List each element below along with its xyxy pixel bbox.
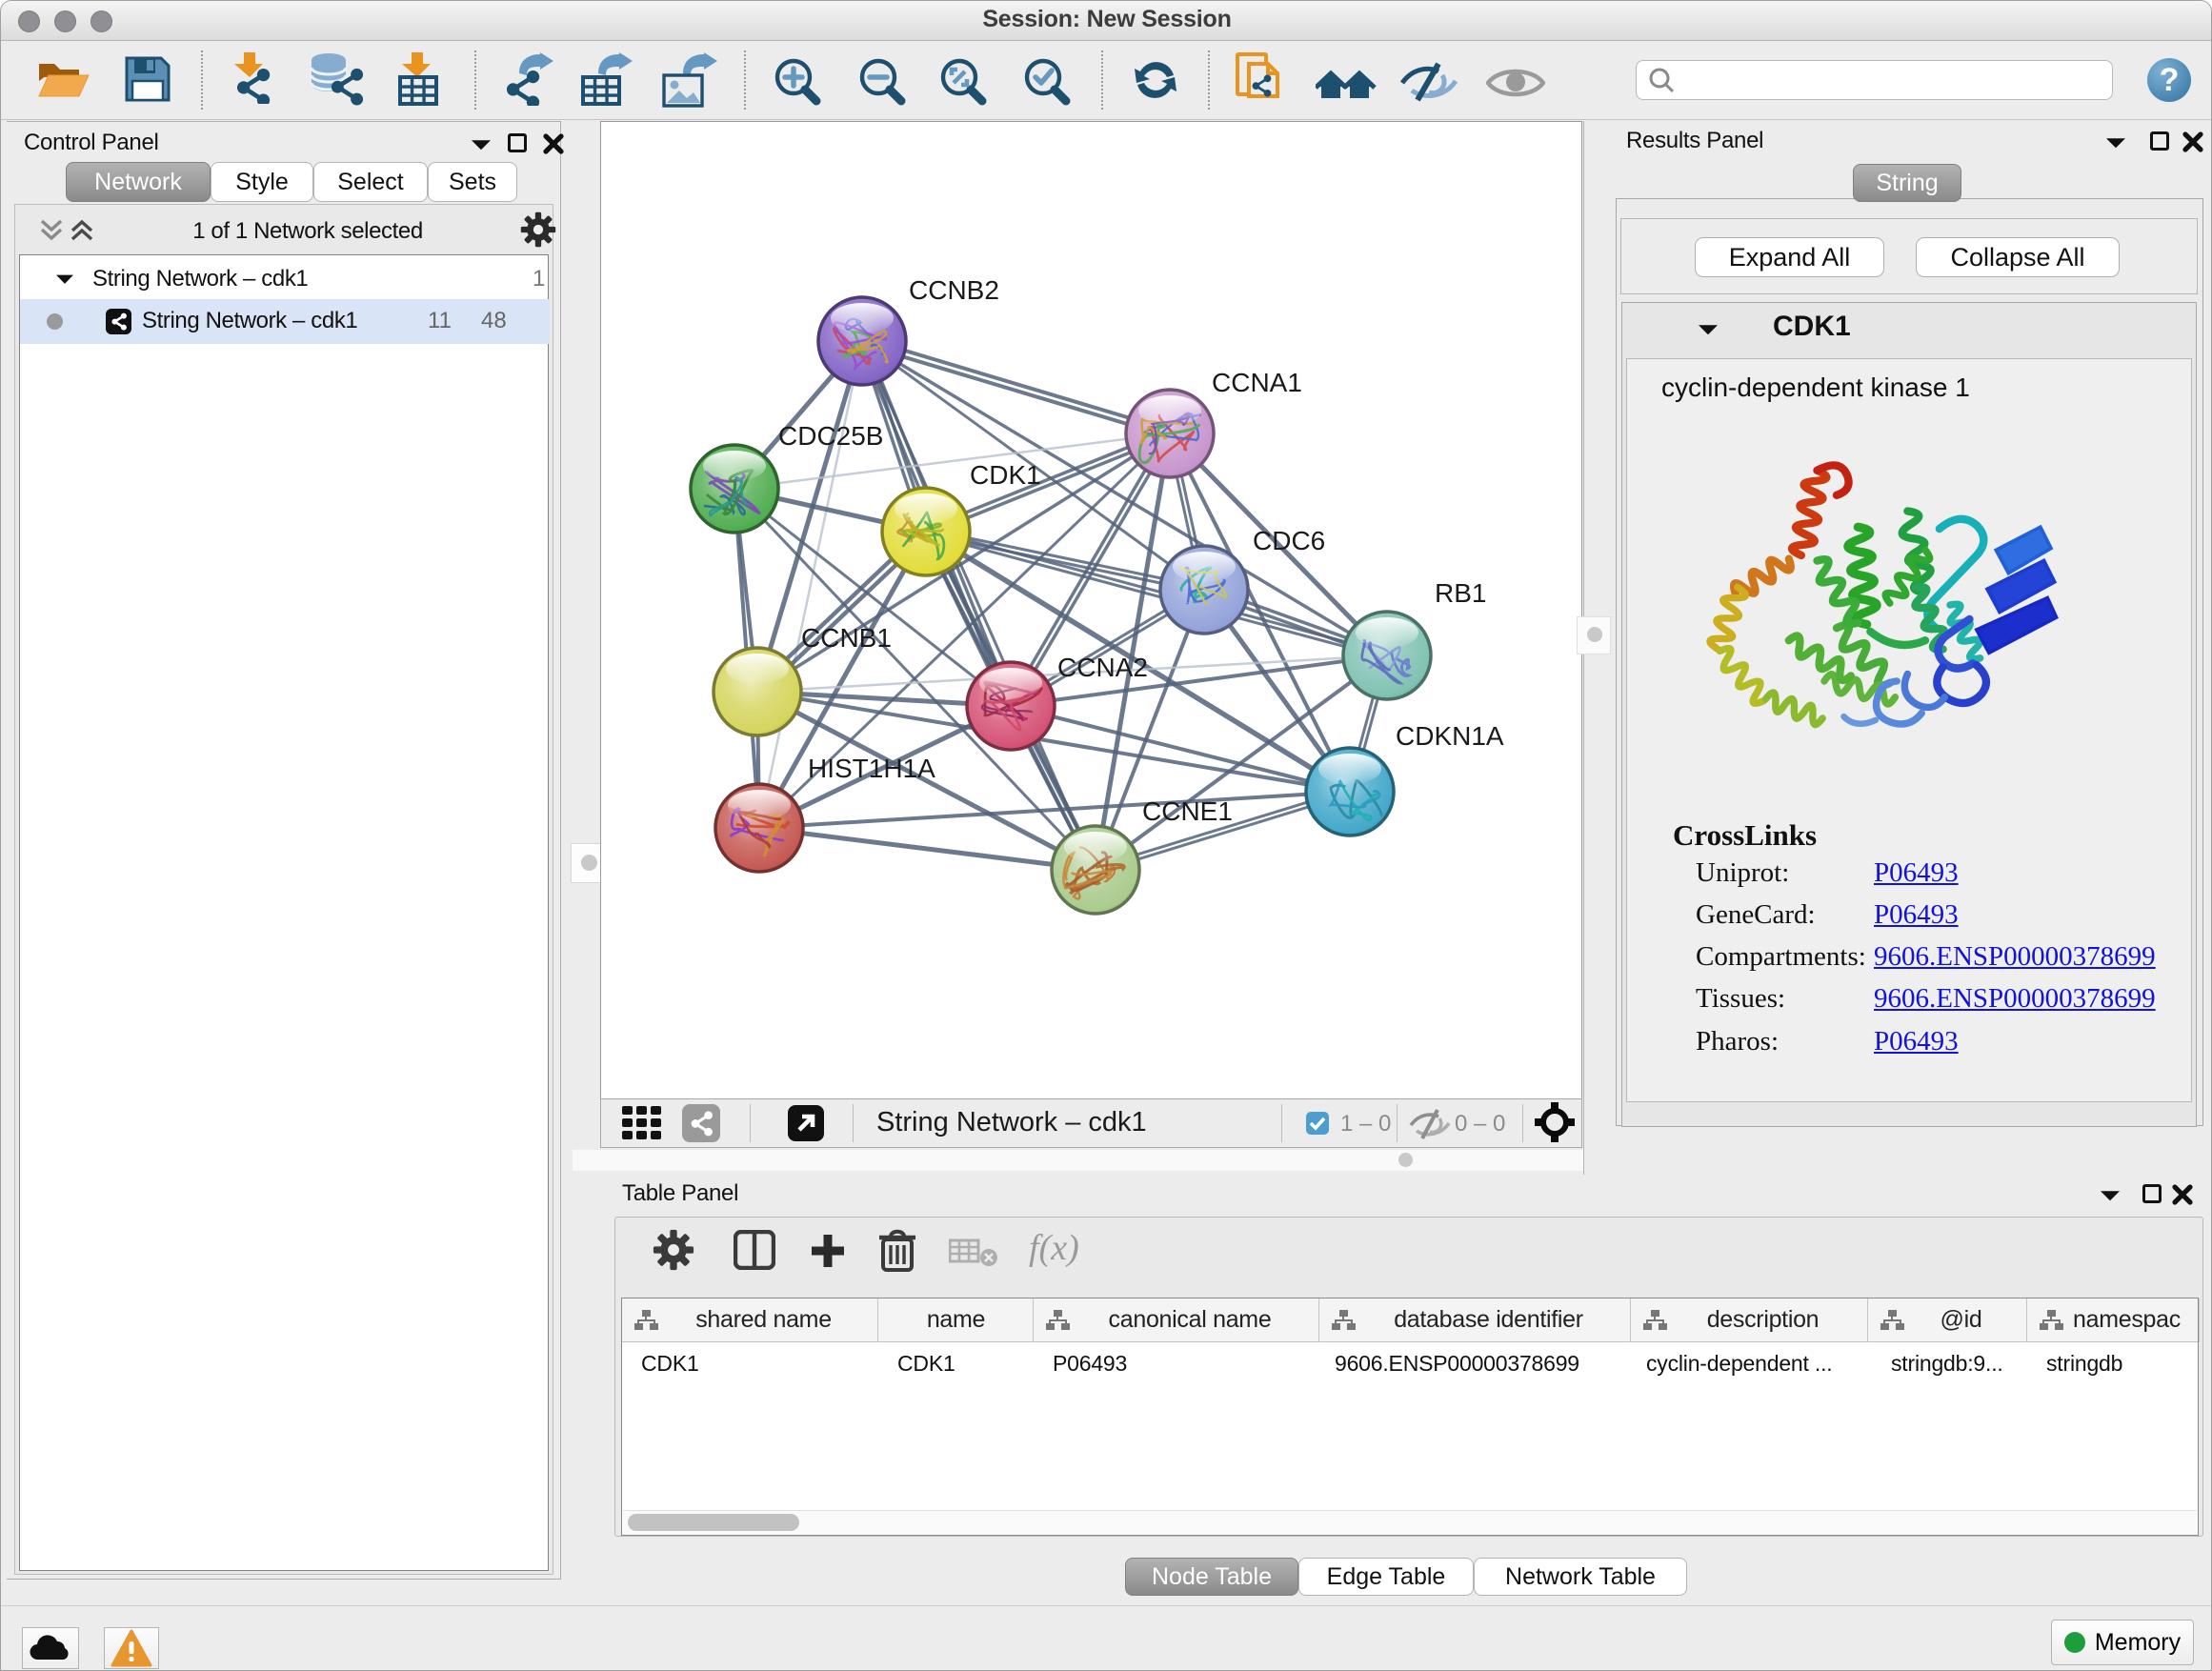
svg-text:?: ? xyxy=(2160,62,2180,98)
svg-text:CCNB1: CCNB1 xyxy=(801,623,892,653)
svg-text:CCNE1: CCNE1 xyxy=(1142,796,1233,826)
svg-text:HIST1H1A: HIST1H1A xyxy=(808,754,935,783)
svg-text:CCNA1: CCNA1 xyxy=(1212,368,1302,397)
svg-text:CDC6: CDC6 xyxy=(1253,526,1325,555)
svg-text:CCNA2: CCNA2 xyxy=(1057,653,1148,682)
svg-text:f(x): f(x) xyxy=(1029,1229,1079,1268)
svg-text:CCNB2: CCNB2 xyxy=(909,275,999,305)
svg-text:CDC25B: CDC25B xyxy=(778,421,883,451)
svg-text:CDKN1A: CDKN1A xyxy=(1396,721,1504,751)
svg-text:CDK1: CDK1 xyxy=(970,460,1041,490)
svg-text:RB1: RB1 xyxy=(1435,578,1486,608)
